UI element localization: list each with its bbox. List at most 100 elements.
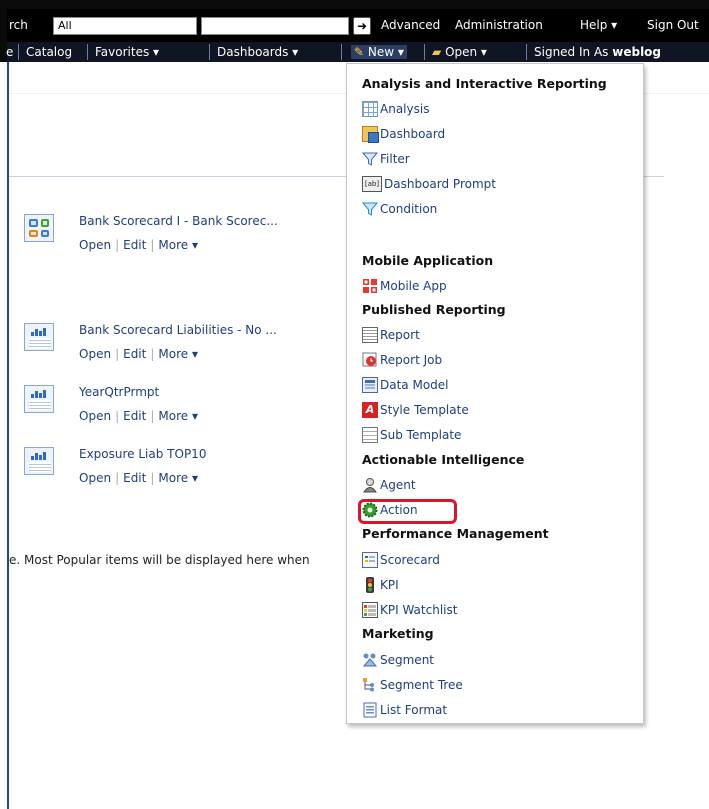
help-menu[interactable]: Help ▾ xyxy=(580,18,617,32)
menu-section-header: Analysis and Interactive Reporting xyxy=(362,76,607,91)
menu-item-mobile-app[interactable]: Mobile App xyxy=(362,276,447,296)
analysis-icon xyxy=(24,323,54,351)
dashboard-icon xyxy=(362,126,379,143)
dashboard-icon xyxy=(24,214,54,242)
menu-item-dashboard[interactable]: Dashboard xyxy=(362,124,445,144)
nav-item-open-label: Open ▾ xyxy=(445,45,487,59)
open-link[interactable]: Open xyxy=(79,409,111,423)
open-link[interactable]: Open xyxy=(79,471,111,485)
menu-item-label: Scorecard xyxy=(380,553,440,567)
menu-item-label: Filter xyxy=(380,152,410,166)
highlight-annotation xyxy=(358,499,457,524)
recent-item-title[interactable]: YearQtrPrmpt xyxy=(79,385,159,399)
recent-item-actions: Open | Edit | More ▾ xyxy=(79,347,198,361)
search-scope-select[interactable]: All xyxy=(53,17,197,35)
most-popular-message: e. Most Popular items will be displayed … xyxy=(9,553,310,567)
nav-item-new[interactable]: ✎ New ▾ xyxy=(351,45,407,59)
global-nav: e Catalog Favorites ▾ Dashboards ▾ ✎ New… xyxy=(6,42,709,62)
menu-item-label: Report Job xyxy=(380,353,443,367)
analysis-icon xyxy=(24,447,54,475)
menu-item-segment[interactable]: Segment xyxy=(362,650,434,670)
menu-item-report[interactable]: Report xyxy=(362,325,420,345)
recent-item: Bank Scorecard I - Bank Scorec... Open | E… xyxy=(24,214,344,258)
report-job-icon xyxy=(362,352,378,368)
open-link[interactable]: Open xyxy=(79,238,111,252)
menu-item-report-job[interactable]: Report Job xyxy=(362,350,442,370)
edit-link[interactable]: Edit xyxy=(123,409,146,423)
nav-item-catalog[interactable]: Catalog xyxy=(26,45,72,59)
data-model-icon xyxy=(362,377,378,393)
condition-icon xyxy=(361,201,379,217)
administration-link[interactable]: Administration xyxy=(455,18,543,32)
menu-item-label: KPI xyxy=(380,578,399,592)
menu-item-filter[interactable]: Filter xyxy=(361,149,410,169)
signed-in-user[interactable]: weblog xyxy=(612,45,661,59)
menu-item-kpi-watchlist[interactable]: KPI Watchlist xyxy=(362,600,457,620)
more-menu[interactable]: More ▾ xyxy=(158,409,198,423)
recent-item-actions: Open | Edit | More ▾ xyxy=(79,409,198,423)
menu-item-label: Style Template xyxy=(380,403,469,417)
recent-item-title[interactable]: Bank Scorecard I - Bank Scorec... xyxy=(79,214,278,228)
menu-item-kpi[interactable]: KPI xyxy=(362,575,399,595)
report-icon xyxy=(362,327,378,343)
menu-item-dashboard-prompt[interactable]: [ab] Dashboard Prompt xyxy=(362,174,496,194)
nav-item-home[interactable]: e xyxy=(6,45,13,59)
recent-item-title[interactable]: Exposure Liab TOP10 xyxy=(79,447,206,461)
sub-template-icon xyxy=(362,427,378,443)
recent-item: Exposure Liab TOP10 Open | Edit | More ▾ xyxy=(24,447,344,491)
menu-item-label: List Format xyxy=(380,703,448,717)
analysis-icon xyxy=(362,101,378,117)
nav-item-open[interactable]: ▰ Open ▾ xyxy=(432,45,487,59)
nav-separator xyxy=(424,44,425,60)
search-input[interactable] xyxy=(201,17,349,35)
search-go-button[interactable]: ➜ xyxy=(353,17,371,35)
analysis-icon xyxy=(24,385,54,413)
recent-item-title[interactable]: Bank Scorecard Liabilities - No ... xyxy=(79,323,277,337)
menu-item-list-format[interactable]: List Format xyxy=(362,700,447,720)
nav-item-favorites[interactable]: Favorites ▾ xyxy=(95,45,159,59)
advanced-link[interactable]: Advanced xyxy=(381,18,440,32)
menu-item-agent[interactable]: Agent xyxy=(362,475,416,495)
nav-separator xyxy=(341,44,342,60)
recent-item: YearQtrPrmpt Open | Edit | More ▾ xyxy=(24,385,344,429)
agent-icon xyxy=(362,477,378,493)
menu-item-label: Segment Tree xyxy=(380,678,463,692)
menu-section-header: Marketing xyxy=(362,626,434,641)
menu-item-label: Segment xyxy=(380,653,434,667)
more-menu[interactable]: More ▾ xyxy=(158,347,198,361)
more-menu[interactable]: More ▾ xyxy=(158,471,198,485)
filter-icon xyxy=(361,151,379,167)
menu-item-label: KPI Watchlist xyxy=(380,603,458,617)
nav-separator xyxy=(87,44,88,60)
arrow-right-icon: ➜ xyxy=(356,19,368,33)
menu-item-label: Condition xyxy=(380,202,438,216)
menu-item-segment-tree[interactable]: Segment Tree xyxy=(362,675,463,695)
open-link[interactable]: Open xyxy=(79,347,111,361)
recent-item-actions: Open | Edit | More ▾ xyxy=(79,471,198,485)
new-menu-dropdown: Analysis and Interactive Reporting Analy… xyxy=(346,63,644,724)
menu-item-label: Dashboard xyxy=(380,127,446,141)
mobile-app-icon xyxy=(362,278,378,294)
menu-item-label: Mobile App xyxy=(380,279,447,293)
menu-item-label: Agent xyxy=(380,478,416,492)
traffic-light-icon xyxy=(362,577,378,593)
menu-item-analysis[interactable]: Analysis xyxy=(362,99,429,119)
menu-item-condition[interactable]: Condition xyxy=(361,199,438,219)
menu-item-label: Sub Template xyxy=(380,428,462,442)
edit-link[interactable]: Edit xyxy=(123,347,146,361)
menu-item-sub-template[interactable]: Sub Template xyxy=(362,425,461,445)
menu-item-data-model[interactable]: Data Model xyxy=(362,375,449,395)
nav-separator xyxy=(526,44,527,60)
menu-item-scorecard[interactable]: Scorecard xyxy=(362,550,440,570)
nav-item-dashboards[interactable]: Dashboards ▾ xyxy=(217,45,298,59)
nav-separator xyxy=(209,44,210,60)
edit-link[interactable]: Edit xyxy=(123,471,146,485)
sign-out-link[interactable]: Sign Out xyxy=(647,18,699,32)
new-icon: ✎ xyxy=(354,45,365,59)
menu-section-header: Performance Management xyxy=(362,526,549,541)
menu-item-style-template[interactable]: A Style Template xyxy=(362,400,469,420)
segment-icon xyxy=(362,652,378,668)
more-menu[interactable]: More ▾ xyxy=(158,238,198,252)
edit-link[interactable]: Edit xyxy=(123,238,146,252)
folder-icon: ▰ xyxy=(432,45,442,59)
